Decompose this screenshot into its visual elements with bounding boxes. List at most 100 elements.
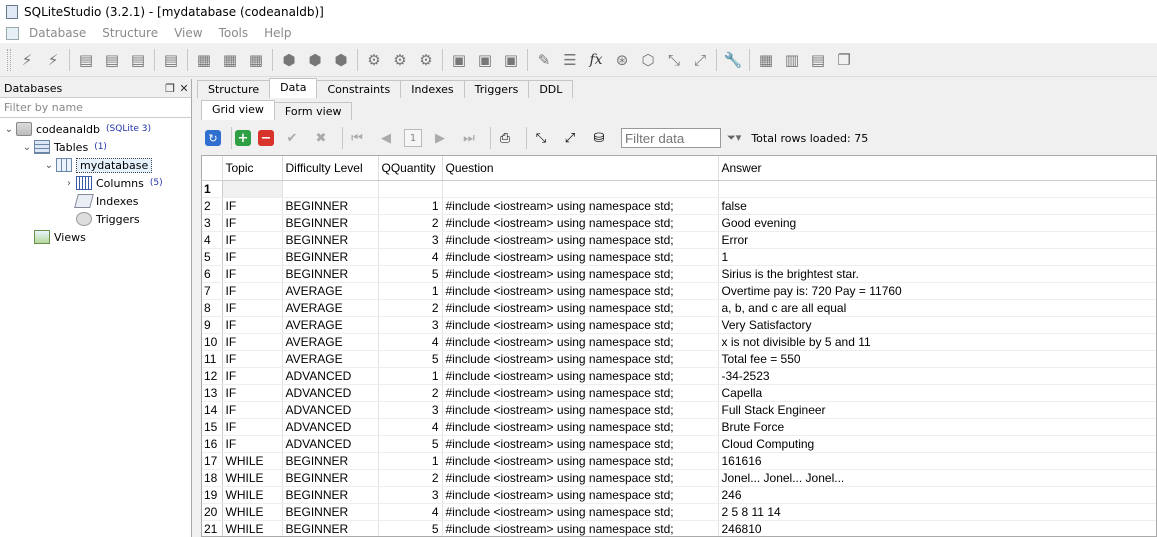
- table-cell[interactable]: IF: [222, 367, 283, 385]
- table-cell[interactable]: Very Satisfactory: [718, 316, 1156, 334]
- tree-item-views[interactable]: Views: [34, 228, 86, 246]
- page-number[interactable]: 1: [404, 129, 422, 147]
- table-row[interactable]: 12 IF ADVANCED 1 #include <iostream> using n…: [202, 367, 1156, 385]
- table-cell[interactable]: Sirius is the brightest star.: [718, 265, 1156, 283]
- table-cell[interactable]: BEGINNER: [282, 452, 379, 470]
- table-cell[interactable]: IF: [222, 418, 283, 436]
- edit-database-icon[interactable]: ▤: [99, 47, 125, 73]
- table-row[interactable]: 21 WHILE BEGINNER 5 #include <iostream> usin…: [202, 520, 1156, 536]
- table-cell[interactable]: [282, 180, 379, 198]
- table-cell[interactable]: Full Stack Engineer: [718, 401, 1156, 419]
- table-cell[interactable]: #include <iostream> using namespace std;: [442, 520, 719, 536]
- table-cell[interactable]: #include <iostream> using namespace std;: [442, 350, 719, 368]
- table-cell[interactable]: ADVANCED: [282, 418, 379, 436]
- table-cell[interactable]: IF: [222, 401, 283, 419]
- table-row[interactable]: 17 WHILE BEGINNER 1 #include <iostream> usin…: [202, 452, 1156, 470]
- tree-item-mydatabase[interactable]: ⌄ mydatabase: [42, 156, 153, 174]
- table-cell[interactable]: WHILE: [222, 503, 283, 521]
- table-cell[interactable]: 2: [378, 469, 443, 487]
- table-cell[interactable]: ADVANCED: [282, 401, 379, 419]
- tree-item-triggers[interactable]: Triggers: [76, 210, 140, 228]
- create-table-icon[interactable]: ▦: [191, 47, 217, 73]
- table-cell[interactable]: BEGINNER: [282, 265, 379, 283]
- delete-row-icon[interactable]: −: [258, 130, 274, 146]
- table-cell[interactable]: BEGINNER: [282, 231, 379, 249]
- tree-item-indexes[interactable]: Indexes: [74, 192, 138, 210]
- table-cell[interactable]: x is not divisible by 5 and 11: [718, 333, 1156, 351]
- sql-editor-icon[interactable]: ✎: [531, 47, 557, 73]
- table-row[interactable]: 13 IF ADVANCED 2 #include <iostream> using n…: [202, 384, 1156, 402]
- table-cell[interactable]: [718, 180, 1156, 198]
- table-cell[interactable]: IF: [222, 265, 283, 283]
- table-row[interactable]: 3 IF BEGINNER 2 #include <iostream> using na…: [202, 214, 1156, 232]
- float-panel-icon[interactable]: ❐: [163, 82, 177, 95]
- table-cell[interactable]: #include <iostream> using namespace std;: [442, 282, 719, 300]
- chevron-down-icon[interactable]: ⌄: [42, 160, 56, 171]
- table-cell[interactable]: Cloud Computing: [718, 435, 1156, 453]
- table-row[interactable]: 18 WHILE BEGINNER 2 #include <iostream> usin…: [202, 469, 1156, 487]
- window-menu-icon[interactable]: [6, 26, 19, 40]
- table-cell[interactable]: WHILE: [222, 469, 283, 487]
- filter-data-input[interactable]: [621, 128, 721, 148]
- table-row[interactable]: 19 WHILE BEGINNER 3 #include <iostream> usin…: [202, 486, 1156, 504]
- collations-icon[interactable]: ⊛: [609, 47, 635, 73]
- create-view-icon[interactable]: ▣: [446, 47, 472, 73]
- table-cell[interactable]: 2: [378, 384, 443, 402]
- import-icon[interactable]: ⤡: [661, 47, 687, 73]
- next-page-icon[interactable]: ▶: [429, 127, 451, 149]
- functions-icon[interactable]: fx: [583, 47, 609, 73]
- table-row[interactable]: 5 IF BEGINNER 4 #include <iostream> using na…: [202, 248, 1156, 266]
- ddl-history-icon[interactable]: ☰: [557, 47, 583, 73]
- tab-ddl[interactable]: DDL: [528, 80, 574, 98]
- table-cell[interactable]: 3: [378, 231, 443, 249]
- close-panel-icon[interactable]: ✕: [177, 82, 191, 95]
- table-cell[interactable]: IF: [222, 231, 283, 249]
- table-cell[interactable]: #include <iostream> using namespace std;: [442, 401, 719, 419]
- column-header-qquantity[interactable]: QQuantity: [378, 156, 443, 181]
- tab-constraints[interactable]: Constraints: [316, 80, 402, 98]
- menu-view[interactable]: View: [166, 26, 210, 40]
- extensions-icon[interactable]: ⬡: [635, 47, 661, 73]
- table-cell[interactable]: IF: [222, 282, 283, 300]
- last-page-icon[interactable]: ⏭: [458, 127, 480, 149]
- table-cell[interactable]: IF: [222, 384, 283, 402]
- table-row[interactable]: 9 IF AVERAGE 3 #include <iostream> using nam…: [202, 316, 1156, 334]
- add-database-icon[interactable]: ▤: [73, 47, 99, 73]
- tree-item-database[interactable]: ⌄ codeanaldb (SQLite 3): [2, 120, 151, 138]
- table-cell[interactable]: 3: [378, 486, 443, 504]
- filter-by-name-input[interactable]: Filter by name: [0, 98, 191, 118]
- table-cell[interactable]: 5: [378, 520, 443, 536]
- table-cell[interactable]: 5: [378, 435, 443, 453]
- table-cell[interactable]: IF: [222, 333, 283, 351]
- first-page-icon[interactable]: ⏮: [346, 127, 368, 149]
- table-cell[interactable]: #include <iostream> using namespace std;: [442, 316, 719, 334]
- column-header-answer[interactable]: Answer: [718, 156, 1156, 181]
- table-cell[interactable]: #include <iostream> using namespace std;: [442, 231, 719, 249]
- table-row[interactable]: 8 IF AVERAGE 2 #include <iostream> using nam…: [202, 299, 1156, 317]
- table-cell[interactable]: BEGINNER: [282, 486, 379, 504]
- table-cell[interactable]: 1: [378, 282, 443, 300]
- table-cell[interactable]: Total fee = 550: [718, 350, 1156, 368]
- table-cell[interactable]: #include <iostream> using namespace std;: [442, 265, 719, 283]
- table-cell[interactable]: 1: [378, 197, 443, 215]
- table-cell[interactable]: [378, 180, 443, 198]
- table-cell[interactable]: 2: [378, 299, 443, 317]
- table-cell[interactable]: #include <iostream> using namespace std;: [442, 452, 719, 470]
- table-cell[interactable]: WHILE: [222, 520, 283, 536]
- print-icon[interactable]: ⎙: [494, 127, 516, 149]
- table-row[interactable]: 4 IF BEGINNER 3 #include <iostream> using na…: [202, 231, 1156, 249]
- tree-item-columns[interactable]: › Columns (5): [62, 174, 163, 192]
- table-cell[interactable]: #include <iostream> using namespace std;: [442, 299, 719, 317]
- table-cell[interactable]: #include <iostream> using namespace std;: [442, 214, 719, 232]
- table-cell[interactable]: #include <iostream> using namespace std;: [442, 197, 719, 215]
- table-cell[interactable]: WHILE: [222, 486, 283, 504]
- table-cell[interactable]: IF: [222, 197, 283, 215]
- table-row[interactable]: 20 WHILE BEGINNER 4 #include <iostream> usin…: [202, 503, 1156, 521]
- table-cell[interactable]: 1: [378, 367, 443, 385]
- column-header-difficulty-level[interactable]: Difficulty Level: [282, 156, 379, 181]
- connect-icon[interactable]: ⚡: [14, 47, 40, 73]
- table-cell[interactable]: AVERAGE: [282, 350, 379, 368]
- table-cell[interactable]: 246810: [718, 520, 1156, 536]
- table-cell[interactable]: false: [718, 197, 1156, 215]
- table-row[interactable]: 6 IF BEGINNER 5 #include <iostream> using na…: [202, 265, 1156, 283]
